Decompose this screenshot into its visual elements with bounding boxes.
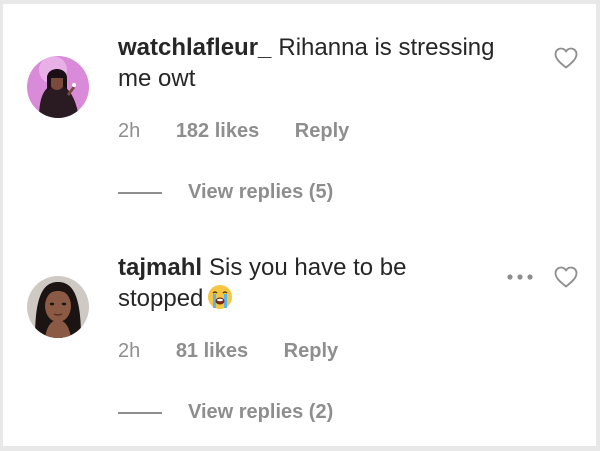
reply-button[interactable]: Reply xyxy=(295,120,349,142)
reply-button[interactable]: Reply xyxy=(284,340,338,362)
view-replies-button[interactable]: View replies (5) xyxy=(188,181,333,204)
likes-count[interactable]: 81 likes xyxy=(176,340,248,362)
comment-body: tajmahl Sis you have to be stopped xyxy=(118,252,528,314)
avatar-photo-icon xyxy=(27,276,89,338)
avatar[interactable] xyxy=(27,56,89,118)
window-frame-top xyxy=(0,0,600,4)
comment-username[interactable]: watchlafleur_ xyxy=(118,34,271,61)
more-options-icon[interactable] xyxy=(505,273,535,281)
window-frame-bottom xyxy=(0,446,600,451)
avatar[interactable] xyxy=(27,276,89,338)
comment-meta: 2h 182 likes Reply xyxy=(118,120,379,143)
comment-text-line2: me owt xyxy=(118,65,196,92)
view-replies-line xyxy=(118,412,162,414)
comment-time: 2h xyxy=(118,120,141,142)
loudly-crying-face-icon xyxy=(208,285,233,309)
window-frame-right xyxy=(596,0,600,451)
comment-time: 2h xyxy=(118,340,141,362)
heart-icon[interactable] xyxy=(554,266,578,288)
window-frame-left xyxy=(0,0,3,451)
heart-icon[interactable] xyxy=(554,47,578,69)
likes-count[interactable]: 182 likes xyxy=(176,120,259,142)
view-replies-line xyxy=(118,192,162,194)
comment-username[interactable]: tajmahl xyxy=(118,254,202,281)
comment-body: watchlafleur_ Rihanna is stressing me owt xyxy=(118,32,528,94)
comment-meta: 2h 81 likes Reply xyxy=(118,340,368,363)
comment-text-line1: Rihanna is stressing xyxy=(278,34,495,61)
comment-text-line1: Sis you have to be xyxy=(209,254,407,281)
comment-text-line2: stopped xyxy=(118,285,204,312)
avatar-photo-icon xyxy=(27,56,89,118)
view-replies-button[interactable]: View replies (2) xyxy=(188,401,333,424)
